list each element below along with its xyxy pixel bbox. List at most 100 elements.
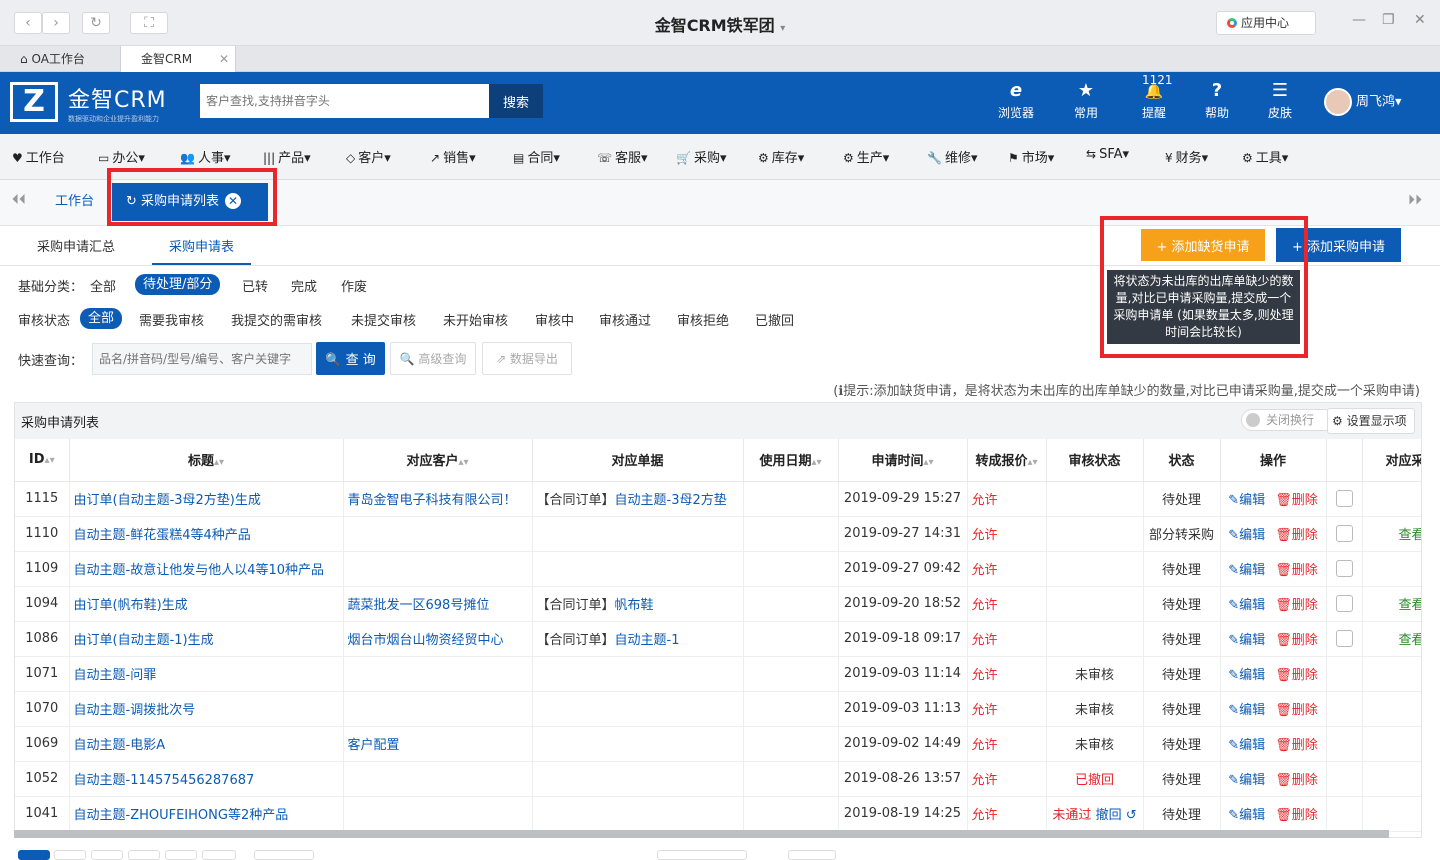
- filter-audit-all[interactable]: 全部: [80, 308, 123, 329]
- close-window-button[interactable]: ✕: [1414, 12, 1426, 28]
- filter-basic-done[interactable]: 完成: [291, 276, 317, 295]
- menu-production[interactable]: ⚙ 生产▾: [843, 147, 889, 166]
- export-button[interactable]: ⇗ 数据导出: [482, 342, 572, 375]
- filter-audit-withdrawn[interactable]: 已撤回: [755, 310, 794, 329]
- delete-button[interactable]: 🗑删除: [1275, 493, 1318, 508]
- pagination-page[interactable]: [165, 850, 197, 860]
- menu-product[interactable]: ||| 产品▾: [263, 147, 311, 166]
- cell-customer[interactable]: 青岛金智电子科技有限公司！: [343, 481, 533, 517]
- edit-button[interactable]: ✎编辑: [1228, 668, 1265, 683]
- cell-title[interactable]: 自动主题-ZHOUFEIHONG等2种产品: [69, 796, 344, 832]
- edit-button[interactable]: ✎编辑: [1228, 493, 1265, 508]
- delete-button[interactable]: 🗑删除: [1275, 738, 1318, 753]
- cell-customer[interactable]: [343, 691, 533, 727]
- filter-basic-void[interactable]: 作废: [341, 276, 367, 295]
- sort-icon[interactable]: ▴▾: [923, 457, 933, 468]
- menu-workbench[interactable]: ♥ 工作台: [12, 147, 65, 166]
- menu-hr[interactable]: 👥 人事▾: [180, 147, 230, 166]
- cell-customer[interactable]: 蔬菜批发一区698号摊位: [343, 586, 533, 622]
- search-button[interactable]: 搜索: [489, 84, 543, 118]
- customer-link[interactable]: 烟台市烟台山物资经贸中心: [348, 633, 504, 648]
- title-link[interactable]: 自动主题-鲜花蛋糕4等4种产品: [74, 528, 251, 543]
- cell-title[interactable]: 由订单(帆布鞋)生成: [69, 586, 344, 622]
- row-checkbox[interactable]: [1335, 560, 1353, 577]
- pagination-page[interactable]: [128, 850, 160, 860]
- logo[interactable]: Z 金智CRM 数据驱动和企业提升盈利能力: [10, 82, 180, 126]
- filter-audit-mine[interactable]: 需要我审核: [139, 310, 204, 329]
- table-row[interactable]: 1070 自动主题-调拨批次号 2019-09-03 11:13 允许 未审核 待处理 ✎编…: [15, 691, 1421, 727]
- customer-search-input[interactable]: [200, 84, 490, 118]
- withdraw-link[interactable]: 撤回 ↺: [1096, 808, 1137, 823]
- cell-customer[interactable]: 客户配置: [343, 726, 533, 762]
- title-link[interactable]: 由订单(自动主题-3母2方垫)生成: [74, 493, 261, 508]
- menu-market[interactable]: ⚑ 市场▾: [1008, 147, 1054, 166]
- pagination-page-current[interactable]: [18, 850, 50, 860]
- wrap-toggle[interactable]: 关闭换行: [1241, 409, 1335, 431]
- filter-audit-unsubmitted[interactable]: 未提交审核: [351, 310, 416, 329]
- title-link[interactable]: 自动主题-问罪: [74, 668, 157, 683]
- menu-office[interactable]: ▭ 办公▾: [98, 147, 145, 166]
- menu-purchase[interactable]: 🛒 采购▾: [676, 147, 726, 166]
- view-link[interactable]: 查看: [1398, 528, 1421, 543]
- quick-query-input[interactable]: [92, 343, 312, 375]
- title-link[interactable]: 由订单(帆布鞋)生成: [74, 598, 188, 613]
- menu-repair[interactable]: 🔧 维修▾: [927, 147, 977, 166]
- title-link[interactable]: 由订单(自动主题-1)生成: [74, 633, 214, 648]
- filter-audit-rejected[interactable]: 审核拒绝: [677, 310, 729, 329]
- col-customer[interactable]: 对应客户▴▾: [343, 439, 533, 482]
- delete-button[interactable]: 🗑删除: [1275, 598, 1318, 613]
- scroll-left-icon[interactable]: ⏴⏴: [12, 192, 26, 208]
- edit-button[interactable]: ✎编辑: [1228, 703, 1265, 718]
- delete-button[interactable]: 🗑删除: [1275, 773, 1318, 788]
- col-title[interactable]: 标题▴▾: [69, 439, 344, 482]
- cell-title[interactable]: 自动主题-调拨批次号: [69, 691, 344, 727]
- col-use-date[interactable]: 使用日期▴▾: [743, 439, 839, 482]
- cell-title[interactable]: 自动主题-故意让他发与他人以4等10种产品: [69, 551, 344, 587]
- edit-button[interactable]: ✎编辑: [1228, 738, 1265, 753]
- title-link[interactable]: 自动主题-ZHOUFEIHONG等2种产品: [74, 808, 289, 823]
- doc-link[interactable]: 自动主题-1: [615, 633, 680, 648]
- col-id[interactable]: ID▴▾: [15, 439, 70, 482]
- menu-sfa[interactable]: ⇆ SFA▾: [1086, 147, 1129, 162]
- filter-audit-notstarted[interactable]: 未开始审核: [443, 310, 508, 329]
- table-row[interactable]: 1115 由订单(自动主题-3母2方垫)生成 青岛金智电子科技有限公司！ 【合同订单】…: [15, 481, 1421, 517]
- cell-title[interactable]: 自动主题-电影A: [69, 726, 344, 762]
- title-link[interactable]: 自动主题-调拨批次号: [74, 703, 196, 718]
- close-tab-icon[interactable]: ✕: [219, 46, 229, 72]
- delete-button[interactable]: 🗑删除: [1275, 668, 1318, 683]
- view-link[interactable]: 查看: [1398, 633, 1421, 648]
- delete-button[interactable]: 🗑删除: [1275, 633, 1318, 648]
- delete-button[interactable]: 🗑删除: [1275, 563, 1318, 578]
- scroll-right-icon[interactable]: ⏵⏵: [1408, 192, 1422, 208]
- edit-button[interactable]: ✎编辑: [1228, 773, 1265, 788]
- col-apply-time[interactable]: 申请时间▴▾: [838, 439, 968, 482]
- sort-icon[interactable]: ▴▾: [811, 457, 821, 468]
- filter-audit-submitted[interactable]: 我提交的需审核: [231, 310, 322, 329]
- menu-sales[interactable]: ↗ 销售▾: [430, 147, 476, 166]
- table-row[interactable]: 1094 由订单(帆布鞋)生成 蔬菜批发一区698号摊位 【合同订单】帆布鞋 2019-…: [15, 586, 1421, 622]
- filter-basic-pending[interactable]: 待处理/部分: [135, 274, 221, 295]
- user-menu[interactable]: 周飞鸿▾: [1324, 88, 1402, 116]
- title-link[interactable]: 自动主题-故意让他发与他人以4等10种产品: [74, 563, 325, 578]
- horizontal-scrollbar[interactable]: [14, 830, 1389, 838]
- menu-tools[interactable]: ⚙ 工具▾: [1242, 147, 1288, 166]
- browser-button[interactable]: e 浏览器: [986, 80, 1046, 121]
- edit-button[interactable]: ✎编辑: [1228, 528, 1265, 543]
- cell-title[interactable]: 自动主题-问罪: [69, 656, 344, 692]
- skin-button[interactable]: ☰ 皮肤: [1250, 80, 1310, 121]
- cell-customer[interactable]: [343, 796, 533, 832]
- sort-icon[interactable]: ▴▾: [458, 457, 468, 468]
- browser-tab-oa[interactable]: ⌂ OA工作台: [4, 46, 118, 72]
- tab-summary[interactable]: 采购申请汇总: [37, 236, 115, 255]
- doc-link[interactable]: 帆布鞋: [615, 598, 654, 613]
- sort-icon[interactable]: ▴▾: [214, 457, 224, 468]
- menu-inventory[interactable]: ⚙ 库存▾: [758, 147, 804, 166]
- tab-workbench[interactable]: 工作台: [40, 180, 110, 226]
- edit-button[interactable]: ✎编辑: [1228, 808, 1265, 823]
- customer-link[interactable]: 客户配置: [348, 738, 400, 753]
- view-link[interactable]: 查看: [1398, 598, 1421, 613]
- row-checkbox[interactable]: [1335, 525, 1353, 542]
- delete-button[interactable]: 🗑删除: [1275, 528, 1318, 543]
- tab-request-table[interactable]: 采购申请表: [152, 236, 252, 265]
- title-link[interactable]: 自动主题-电影A: [74, 738, 166, 753]
